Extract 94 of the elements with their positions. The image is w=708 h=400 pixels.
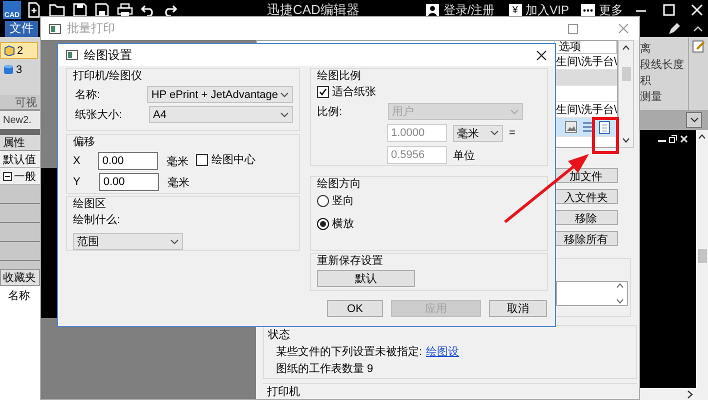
- group-heading: 打印机: [267, 386, 300, 398]
- fit-paper-checkbox[interactable]: 适合纸张: [317, 84, 376, 99]
- vip-link[interactable]: 加入VIP: [526, 2, 569, 18]
- plot-area-dropdown[interactable]: 范围: [73, 233, 183, 250]
- field-label: Y: [73, 176, 80, 188]
- restore-icon[interactable]: [669, 135, 677, 143]
- chevron-down-icon: [280, 92, 289, 98]
- ribbon-item[interactable]: 积: [640, 73, 688, 89]
- group-heading: 偏移: [73, 136, 96, 149]
- ribbon-item[interactable]: 测量: [640, 89, 688, 105]
- radio-button[interactable]: 竖向: [317, 193, 354, 208]
- default-button[interactable]: 默认: [317, 270, 415, 287]
- print-icon[interactable]: [117, 3, 133, 17]
- field-label: 毫米: [166, 154, 188, 168]
- ribbon-item[interactable]: 离: [640, 41, 688, 57]
- field-label: 毫米: [167, 176, 190, 190]
- ribbon-item[interactable]: 段线长度: [640, 57, 688, 73]
- window-title: 批量打印: [67, 20, 115, 37]
- column-header: 名称: [7, 288, 31, 304]
- ribbon-item[interactable]: 2: [0, 42, 38, 59]
- chevron-up-icon[interactable]: [698, 134, 706, 139]
- chevron-down-icon[interactable]: [616, 299, 624, 304]
- field-label: =: [509, 127, 516, 139]
- file-button[interactable]: 移除所有: [554, 230, 618, 246]
- window-icon: [66, 50, 78, 60]
- status-message: 某些文件的下列设置未被指定:: [276, 344, 422, 359]
- scrollbar-thumb[interactable]: [698, 249, 706, 263]
- file-button[interactable]: 入文件夹: [554, 188, 618, 204]
- dialog-button[interactable]: 取消: [489, 300, 547, 317]
- tree-group-label: 一般: [14, 170, 36, 184]
- window-title: 迅捷CAD编辑器: [267, 1, 360, 19]
- field-label: 单位: [453, 148, 475, 162]
- field-label: 名称:: [74, 88, 102, 102]
- favorites-tab[interactable]: 收藏夹: [0, 269, 40, 286]
- printer-dropdown[interactable]: HP ePrint + JetAdvantage: [147, 86, 293, 103]
- chevron-up-icon[interactable]: [622, 45, 630, 50]
- chevron-down-icon: [690, 117, 698, 123]
- undo-icon[interactable]: [141, 4, 155, 16]
- chevron-down-icon: [510, 108, 520, 114]
- chevron-right-icon[interactable]: [687, 390, 693, 398]
- cube-icon: [4, 45, 15, 56]
- chevron-down-icon: [170, 238, 179, 244]
- field-label: 比例:: [317, 105, 342, 119]
- dropdown-button[interactable]: [686, 112, 702, 128]
- chevron-down-icon: [490, 130, 499, 136]
- list-icon[interactable]: [582, 121, 594, 133]
- center-checkbox[interactable]: 绘图中心: [196, 152, 256, 167]
- chevron-up-icon[interactable]: [616, 283, 624, 288]
- new-file-icon[interactable]: [27, 2, 41, 18]
- collapse-icon[interactable]: [3, 172, 12, 180]
- close-icon[interactable]: [536, 50, 547, 60]
- ribbon-group-label: 可视: [0, 95, 40, 109]
- paper-size-dropdown[interactable]: A4: [149, 106, 293, 123]
- more-link[interactable]: 更多: [599, 2, 623, 18]
- field-label: X: [73, 155, 80, 167]
- group-heading: 绘图比例: [317, 70, 362, 83]
- dialog-button[interactable]: OK: [327, 300, 383, 317]
- property-row: 默认值: [0, 151, 40, 168]
- panel-header: 属性: [0, 135, 40, 151]
- menu-tab[interactable]: 文件: [5, 20, 38, 36]
- ribbon-item[interactable]: 3: [0, 62, 40, 77]
- checkmark-icon: [319, 88, 327, 96]
- cylinder-icon: [3, 64, 14, 75]
- link[interactable]: 绘图设: [426, 344, 460, 359]
- group-heading: 绘图区: [73, 198, 107, 211]
- chevron-down-icon[interactable]: [622, 138, 630, 143]
- input-field[interactable]: 0.00: [99, 173, 160, 191]
- file-button[interactable]: 移除: [554, 210, 618, 225]
- folder-icon[interactable]: [49, 3, 65, 17]
- chevron-down-icon: [280, 112, 289, 118]
- save-icon[interactable]: [73, 3, 87, 17]
- edit-icon[interactable]: [692, 39, 706, 53]
- sheet-count: 图纸的工作表数量 9: [276, 362, 374, 376]
- login-link[interactable]: 登录/注册: [443, 2, 495, 18]
- field-label: 绘制什么:: [73, 213, 120, 227]
- highlight-frame: [592, 117, 619, 154]
- image-icon[interactable]: [565, 121, 577, 133]
- page-icon[interactable]: [599, 120, 610, 134]
- dialog-title: 绘图设置: [84, 46, 132, 64]
- field-label: 纸张大小:: [74, 108, 124, 122]
- document-tab[interactable]: New2.: [0, 109, 40, 129]
- group-heading: 绘图方向: [317, 178, 362, 191]
- scrollbar[interactable]: [618, 40, 634, 148]
- scrollbar-thumb[interactable]: [622, 66, 630, 81]
- group-heading: 状态: [268, 328, 291, 342]
- window-icon: [49, 24, 61, 34]
- radio-button[interactable]: 横放: [317, 216, 354, 231]
- group-heading: 打印机/绘图仪: [73, 70, 144, 83]
- input-field[interactable]: 0.00: [98, 152, 158, 170]
- vip-icon: ¥: [508, 4, 522, 16]
- unit-dropdown[interactable]: 毫米: [453, 124, 503, 142]
- save-as-icon[interactable]: [95, 3, 109, 17]
- redo-icon[interactable]: [163, 4, 177, 16]
- group-heading: 重新保存设置: [317, 255, 384, 268]
